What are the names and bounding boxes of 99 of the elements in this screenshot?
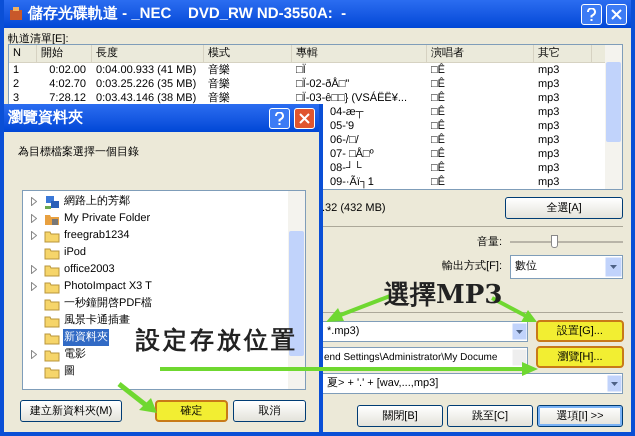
table-cell: 07- □Å□º	[330, 148, 374, 160]
scrollbar[interactable]	[605, 45, 622, 189]
folder-item[interactable]: 新資料夾	[63, 329, 109, 346]
column-header[interactable]: 模式	[208, 45, 230, 62]
table-cell: 0:02.00	[49, 64, 86, 76]
table-cell: □Ê	[431, 162, 445, 174]
table-cell: mp3	[538, 134, 560, 146]
table-cell: 0:03.43.146 (38 MB)	[96, 92, 196, 104]
table-cell: □Ê	[431, 64, 445, 76]
table-cell: □Ê	[431, 120, 445, 132]
folder-item[interactable]: 電影	[63, 346, 87, 363]
table-cell: mp3	[538, 64, 560, 76]
dialog-button[interactable]: 建立新資料夾(M)	[20, 400, 122, 422]
folder-item[interactable]: iPod	[63, 244, 88, 261]
table-cell: 08-┘└	[330, 162, 362, 174]
table-cell: □Ê	[431, 176, 445, 188]
filename-format-combo[interactable]: 夏> + '.' + [wav,...,mp3]	[322, 372, 623, 394]
window-title: 儲存光碟軌道 - _NEC DVD_RW ND-3550A: -	[28, 4, 348, 24]
table-cell: mp3	[538, 78, 560, 90]
close-button[interactable]	[294, 108, 315, 128]
close-icon	[299, 112, 310, 124]
volume-slider[interactable]	[510, 235, 623, 249]
close-icon	[611, 8, 622, 20]
table-cell: 0:04.00.933 (41 MB)	[96, 64, 196, 76]
table-cell: □Ï	[296, 64, 306, 76]
table-cell: 05-'9	[330, 120, 354, 132]
table-cell: 3	[13, 92, 20, 104]
total-size-text: .32 (432 MB)	[322, 200, 387, 216]
column-header[interactable]: N	[13, 45, 21, 62]
table-cell: mp3	[538, 120, 560, 132]
table-cell: 04-æ┬	[330, 106, 364, 118]
annotation-arrow-drawing	[115, 380, 160, 415]
folder-item[interactable]: 風景卡通插畫	[63, 312, 131, 329]
table-cell: 音樂	[208, 78, 230, 90]
table-cell: 4:02.70	[49, 78, 86, 90]
settings-button[interactable]: 設置[G]...	[536, 320, 624, 342]
table-cell: 0:03.25.226 (35 MB)	[96, 78, 196, 90]
dialog-button[interactable]: 跳至[C]	[447, 405, 533, 427]
expand-arrow-icon[interactable]	[31, 265, 37, 274]
close-button[interactable]	[606, 4, 627, 24]
table-cell: mp3	[538, 92, 560, 104]
folder-item[interactable]: 圖	[63, 363, 76, 380]
column-header[interactable]: 演唱者	[431, 45, 464, 62]
dialog-button[interactable]: 取消	[233, 400, 306, 422]
table-cell: mp3	[538, 148, 560, 160]
dialog-button[interactable]: 選項[I] >>	[537, 405, 623, 427]
help-button[interactable]	[269, 108, 290, 128]
table-cell: 06-/□/	[330, 134, 359, 146]
expand-arrow-icon[interactable]	[31, 282, 37, 291]
table-cell: 音樂	[208, 92, 230, 104]
column-header[interactable]: 長度	[96, 45, 118, 62]
expand-arrow-icon[interactable]	[31, 231, 37, 240]
table-cell: mp3	[538, 106, 560, 118]
folder-item[interactable]: office2003	[63, 261, 116, 278]
column-header[interactable]: 專輯	[296, 45, 318, 62]
table-cell: □Ï-03-ê□□} (VSÁËË¥...	[296, 92, 408, 104]
annotation-text: 選擇MP3	[384, 279, 502, 312]
format-combo[interactable]: *.mp3)	[322, 320, 528, 342]
browse-button[interactable]: 瀏覽[H]...	[536, 346, 624, 368]
dialog-prompt: 為目標檔案選擇一個目錄	[18, 146, 139, 158]
folder-item[interactable]: My Private Folder	[63, 210, 152, 227]
help-icon	[275, 112, 284, 124]
table-cell: □Ê	[431, 92, 445, 104]
folder-item[interactable]: 一秒鐘開啓PDF檔	[63, 295, 153, 312]
expand-arrow-icon[interactable]	[31, 197, 37, 206]
volume-label: 音量:	[476, 234, 502, 250]
output-mode-label: 輸出方式[F]:	[442, 258, 502, 274]
annotation-text: 設定存放位置	[136, 324, 298, 356]
list-label: 軌道清單[E]:	[8, 33, 69, 45]
dialog-title: 瀏覽資料夾	[8, 108, 84, 128]
slider-thumb[interactable]	[551, 235, 558, 248]
table-cell: mp3	[538, 162, 560, 174]
table-cell: 7:28.12	[49, 92, 86, 104]
folder-item[interactable]: freegrab1234	[63, 227, 130, 244]
expand-arrow-icon[interactable]	[31, 350, 37, 359]
table-cell: □Ï-02-ðÅ□"	[296, 78, 350, 90]
table-cell: 09-·Ãï┐1	[330, 176, 374, 188]
folder-item[interactable]: PhotoImpact X3 T	[63, 278, 153, 295]
folder-item[interactable]: 網路上的芳鄰	[63, 193, 131, 210]
column-header[interactable]: 開始	[41, 45, 63, 62]
expand-arrow-icon[interactable]	[31, 214, 37, 223]
table-cell: □Ê	[431, 106, 445, 118]
help-button[interactable]	[581, 4, 602, 24]
dialog-button[interactable]: 關閉[B]	[357, 405, 443, 427]
table-cell: □Ê	[431, 134, 445, 146]
table-cell: 音樂	[208, 64, 230, 76]
table-cell: mp3	[538, 176, 560, 188]
output-mode-dropdown[interactable]: 數位	[510, 254, 623, 278]
network-icon	[44, 194, 60, 210]
output-path-field[interactable]: end Settings\Administrator\My Docume	[322, 346, 528, 368]
table-cell: □Ê	[431, 148, 445, 160]
dialog-button[interactable]: 確定	[155, 400, 228, 422]
select-all-button[interactable]: 全選[A]	[505, 197, 623, 219]
table-cell: 1	[13, 64, 20, 76]
table-cell: 2	[13, 78, 20, 90]
help-icon	[587, 8, 596, 20]
table-cell: □Ê	[431, 78, 445, 90]
app-icon	[8, 6, 24, 22]
column-header[interactable]: 其它	[538, 45, 560, 62]
